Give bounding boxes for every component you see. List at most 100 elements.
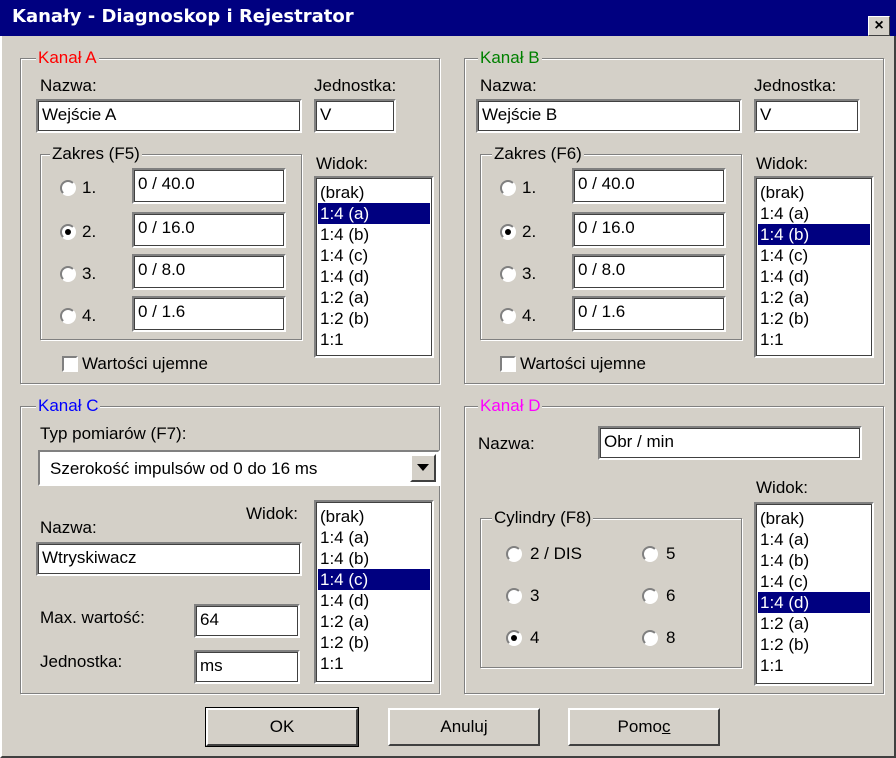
kanal-d-view-items: (brak) 1:4 (a) 1:4 (b) 1:4 (c) 1:4 (d) 1:2 (a… [758, 508, 870, 676]
kanal-c-type-dropdown[interactable]: Szerokość impulsów od 0 do 16 ms [38, 450, 440, 486]
list-item[interactable]: 1:1 [318, 329, 430, 350]
kanal-b-range-4-field[interactable]: 0 / 1.6 [572, 296, 726, 332]
kanal-c-view-list[interactable]: (brak) 1:4 (a) 1:4 (b) 1:4 (c) 1:4 (d) 1:2 (a… [314, 500, 434, 684]
cancel-button[interactable]: Anuluj [388, 708, 540, 746]
list-item[interactable]: 1:4 (c) [758, 245, 870, 266]
kanal-b-range-4-label: 4. [522, 306, 537, 325]
list-item[interactable]: 1:1 [758, 655, 870, 676]
kanal-a-negative-checkbox[interactable] [62, 356, 78, 372]
close-button[interactable]: × [868, 16, 890, 36]
kanal-b-negative-checkbox[interactable] [500, 356, 516, 372]
list-item[interactable]: 1:1 [318, 653, 430, 674]
kanal-d-name-label: Nazwa: [478, 434, 535, 453]
list-item[interactable]: 1:2 (a) [318, 611, 430, 632]
list-item[interactable]: 1:4 (b) [758, 550, 870, 571]
cancel-button-label: Anuluj [440, 717, 488, 736]
list-item[interactable]: 1:4 (a) [758, 203, 870, 224]
kanal-a-range-2-field[interactable]: 0 / 16.0 [132, 212, 286, 248]
kanal-d-cyl-5-radio[interactable] [642, 546, 658, 562]
kanal-a-unit-label: Jednostka: [314, 76, 397, 95]
kanal-b-range-1-field[interactable]: 0 / 40.0 [572, 168, 726, 204]
kanal-c-legend: Kanał C [36, 396, 101, 416]
kanal-d-cyl-8-radio[interactable] [642, 630, 658, 646]
list-item[interactable]: 1:2 (b) [758, 308, 870, 329]
list-item[interactable]: 1:4 (b) [318, 548, 430, 569]
list-item[interactable]: 1:2 (b) [318, 632, 430, 653]
kanal-d-cyl-4-radio[interactable] [506, 630, 522, 646]
kanal-d-cyl-3-radio[interactable] [506, 588, 522, 604]
list-item[interactable]: 1:4 (d) [318, 590, 430, 611]
kanal-d-cyl-8-label: 8 [666, 628, 676, 647]
list-item[interactable]: 1:2 (a) [758, 287, 870, 308]
list-item[interactable]: 1:4 (c) [318, 245, 430, 266]
kanal-a-range-1-radio[interactable] [60, 180, 76, 196]
list-item[interactable]: 1:4 (a) [318, 527, 430, 548]
ok-button[interactable]: OK [205, 707, 359, 747]
list-item[interactable]: 1:4 (b) [318, 224, 430, 245]
list-item[interactable]: 1:4 (a) [758, 529, 870, 550]
kanal-c-dropdown-button[interactable] [410, 454, 436, 482]
list-item[interactable]: 1:4 (b) [758, 224, 870, 245]
kanal-c-max-field[interactable]: 64 [194, 604, 300, 638]
kanal-b-view-list[interactable]: (brak) 1:4 (a) 1:4 (b) 1:4 (c) 1:4 (d) 1:2 (a… [754, 176, 874, 358]
kanal-b-range-legend: Zakres (F6) [492, 144, 584, 164]
list-item[interactable]: 1:1 [758, 329, 870, 350]
kanal-a-range-3-field[interactable]: 0 / 8.0 [132, 254, 286, 290]
list-item[interactable]: (brak) [758, 182, 870, 203]
kanal-a-range-1-label: 1. [82, 178, 97, 197]
close-icon: × [874, 17, 884, 34]
kanal-d-legend: Kanał D [478, 396, 543, 416]
kanal-b-range-3-field[interactable]: 0 / 8.0 [572, 254, 726, 290]
list-item[interactable]: 1:4 (d) [758, 592, 870, 613]
kanal-c-name-field[interactable]: Wtryskiwacz [36, 542, 302, 576]
kanal-b-range-3-label: 3. [522, 264, 537, 283]
list-item[interactable]: 1:2 (a) [318, 287, 430, 308]
kanal-d-cyl-2dis-label: 2 / DIS [530, 544, 582, 563]
kanal-d-cyl-2dis-radio[interactable] [506, 546, 522, 562]
kanal-c-unit-label: Jednostka: [40, 652, 123, 671]
list-item[interactable]: 1:2 (b) [758, 634, 870, 655]
list-item[interactable]: 1:4 (c) [318, 569, 430, 590]
ok-button-label: OK [269, 717, 295, 736]
kanal-a-view-items: (brak) 1:4 (a) 1:4 (b) 1:4 (c) 1:4 (d) 1:2 (a… [318, 182, 430, 350]
kanal-d-view-list[interactable]: (brak) 1:4 (a) 1:4 (b) 1:4 (c) 1:4 (d) 1:2 (a… [754, 502, 874, 686]
list-item[interactable]: 1:4 (a) [318, 203, 430, 224]
kanal-b-range-4-radio[interactable] [500, 308, 516, 324]
kanal-a-name-field[interactable]: Wejście A [36, 99, 302, 133]
kanal-b-name-field[interactable]: Wejście B [476, 99, 742, 133]
kanal-a-range-4-radio[interactable] [60, 308, 76, 324]
kanal-c-view-label: Widok: [246, 504, 298, 523]
list-item[interactable]: 1:4 (d) [758, 266, 870, 287]
help-button-label: Pomoc [618, 717, 671, 737]
kanal-a-range-2-radio[interactable] [60, 224, 76, 240]
kanal-b-negative-label: Wartości ujemne [520, 354, 646, 373]
kanal-d-cyl-6-radio[interactable] [642, 588, 658, 604]
kanal-d-name-field[interactable]: Obr / min [598, 426, 862, 460]
list-item[interactable]: 1:2 (b) [318, 308, 430, 329]
help-button[interactable]: Pomoc [568, 708, 720, 746]
list-item[interactable]: 1:4 (c) [758, 571, 870, 592]
kanal-d-cyl-4-label: 4 [530, 628, 540, 647]
kanal-b-range-2-radio[interactable] [500, 224, 516, 240]
kanal-a-range-3-radio[interactable] [60, 266, 76, 282]
list-item[interactable]: (brak) [318, 182, 430, 203]
chevron-down-icon [417, 464, 429, 471]
kanal-b-range-1-radio[interactable] [500, 180, 516, 196]
kanal-b-range-2-field[interactable]: 0 / 16.0 [572, 212, 726, 248]
list-item[interactable]: 1:4 (d) [318, 266, 430, 287]
list-item[interactable]: 1:2 (a) [758, 613, 870, 634]
kanal-a-range-4-field[interactable]: 0 / 1.6 [132, 296, 286, 332]
kanal-a-range-2-label: 2. [82, 222, 97, 241]
kanal-b-unit-field[interactable]: V [754, 99, 860, 133]
kanal-b-range-2-label: 2. [522, 222, 537, 241]
list-item[interactable]: (brak) [318, 506, 430, 527]
help-button-text: Pomo [617, 717, 662, 736]
kanal-a-view-list[interactable]: (brak) 1:4 (a) 1:4 (b) 1:4 (c) 1:4 (d) 1:2 (a… [314, 176, 434, 358]
kanal-c-unit-field[interactable]: ms [194, 650, 300, 684]
kanal-a-unit-field[interactable]: V [314, 99, 396, 133]
kanal-d-view-label: Widok: [756, 478, 808, 497]
kanal-d-cyl-legend: Cylindry (F8) [492, 508, 594, 528]
kanal-b-range-3-radio[interactable] [500, 266, 516, 282]
list-item[interactable]: (brak) [758, 508, 870, 529]
kanal-a-range-1-field[interactable]: 0 / 40.0 [132, 168, 286, 204]
